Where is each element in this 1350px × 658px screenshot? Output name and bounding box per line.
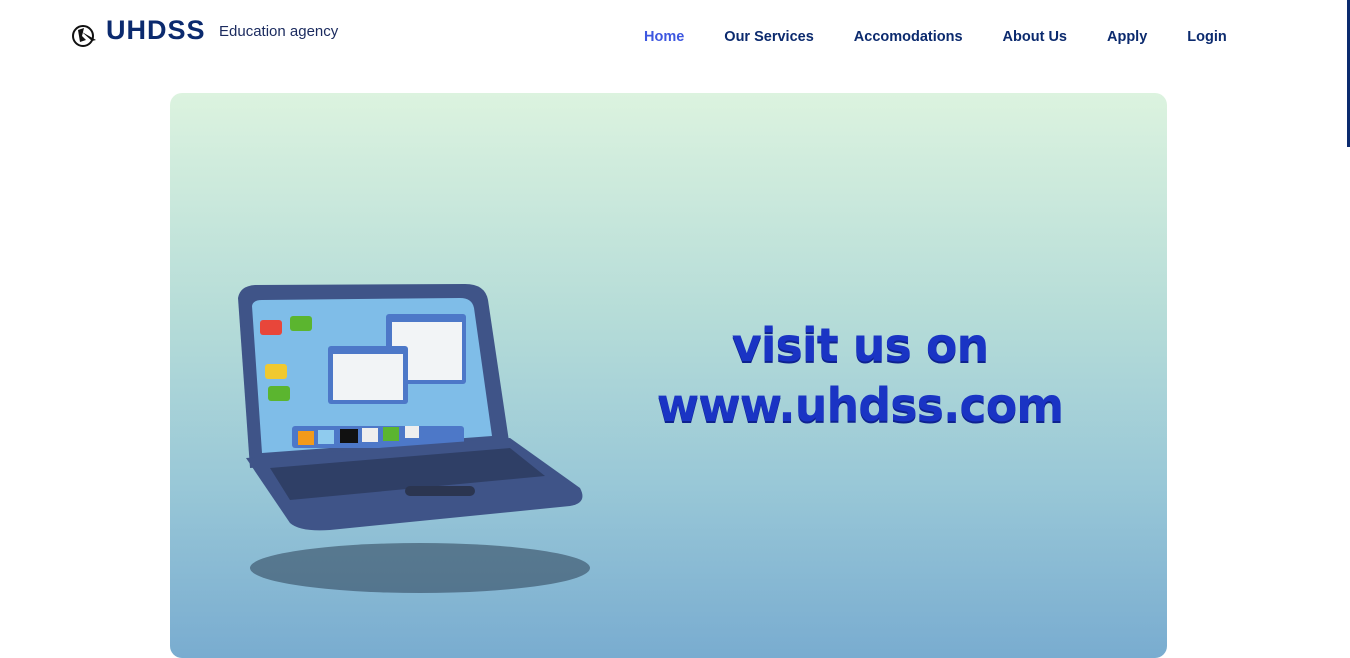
hero-line-2[interactable]: www.uhdss.com bbox=[620, 375, 1100, 435]
main-nav: Home Our Services Accomodations About Us… bbox=[644, 29, 1267, 45]
hero-banner: visit us on www.uhdss.com bbox=[170, 93, 1167, 658]
hero-line-1: visit us on bbox=[731, 318, 989, 372]
laptop-illustration bbox=[238, 284, 590, 593]
brand-tagline: Education agency bbox=[219, 23, 339, 40]
nav-accomodations[interactable]: Accomodations bbox=[854, 29, 963, 45]
nav-apply[interactable]: Apply bbox=[1107, 29, 1147, 45]
nav-login[interactable]: Login bbox=[1187, 29, 1226, 45]
site-header: UHDSS Education agency Home Our Services… bbox=[0, 0, 1350, 75]
hero-headline: visit us on www.uhdss.com bbox=[620, 315, 1100, 435]
nav-home[interactable]: Home bbox=[644, 29, 684, 45]
globe-plane-logo-icon[interactable] bbox=[72, 22, 98, 48]
nav-our-services[interactable]: Our Services bbox=[724, 29, 813, 45]
nav-about-us[interactable]: About Us bbox=[1003, 29, 1067, 45]
brand-name[interactable]: UHDSS bbox=[106, 15, 206, 46]
